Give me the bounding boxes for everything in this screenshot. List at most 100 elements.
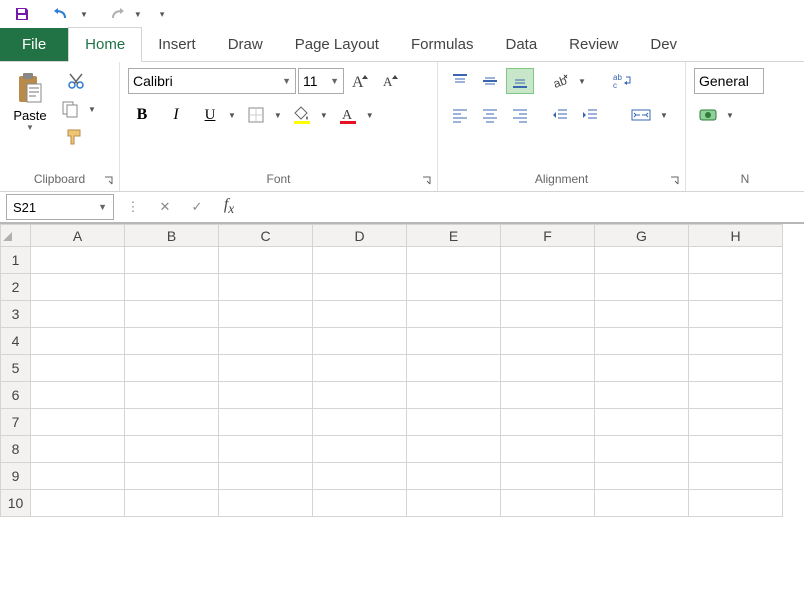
borders-button[interactable] — [242, 102, 270, 128]
cell[interactable] — [125, 247, 219, 274]
cell[interactable] — [501, 382, 595, 409]
row-header[interactable]: 9 — [1, 463, 31, 490]
qat-customize-dropdown[interactable]: ▾ — [160, 9, 165, 20]
increase-indent-button[interactable] — [576, 102, 604, 128]
cell[interactable] — [407, 409, 501, 436]
italic-button[interactable]: I — [162, 102, 190, 128]
cell[interactable] — [407, 463, 501, 490]
save-button[interactable] — [10, 2, 34, 26]
cell[interactable] — [31, 436, 125, 463]
row-header[interactable]: 7 — [1, 409, 31, 436]
cell[interactable] — [501, 490, 595, 517]
cell[interactable] — [219, 328, 313, 355]
align-left-button[interactable] — [446, 102, 474, 128]
font-name-combo[interactable]: Calibri ▼ — [128, 68, 296, 94]
cell[interactable] — [219, 409, 313, 436]
merge-center-button[interactable] — [626, 102, 656, 128]
name-box[interactable]: S21 ▼ — [6, 194, 114, 220]
cell[interactable] — [313, 328, 407, 355]
redo-button[interactable] — [104, 2, 128, 26]
cell[interactable] — [219, 301, 313, 328]
cell[interactable] — [689, 301, 783, 328]
cell[interactable] — [501, 274, 595, 301]
cell[interactable] — [31, 490, 125, 517]
tab-dev[interactable]: Dev — [634, 28, 693, 61]
number-format-combo[interactable]: General — [694, 68, 764, 94]
row-header[interactable]: 5 — [1, 355, 31, 382]
row-header[interactable]: 1 — [1, 247, 31, 274]
cell[interactable] — [313, 436, 407, 463]
column-header[interactable]: D — [313, 225, 407, 247]
bold-button[interactable]: B — [128, 102, 156, 128]
redo-dropdown[interactable]: ▼ — [134, 10, 142, 19]
accounting-dropdown[interactable]: ▼ — [726, 111, 734, 120]
cell[interactable] — [407, 382, 501, 409]
cell[interactable] — [313, 247, 407, 274]
spreadsheet-grid[interactable]: ABCDEFGH12345678910 — [0, 224, 804, 517]
cell[interactable] — [125, 409, 219, 436]
cell[interactable] — [313, 382, 407, 409]
align-right-button[interactable] — [506, 102, 534, 128]
cell[interactable] — [31, 382, 125, 409]
cell[interactable] — [689, 274, 783, 301]
decrease-indent-button[interactable] — [546, 102, 574, 128]
select-all-corner[interactable] — [1, 225, 31, 247]
cell[interactable] — [595, 328, 689, 355]
column-header[interactable]: F — [501, 225, 595, 247]
cell[interactable] — [219, 247, 313, 274]
tab-draw[interactable]: Draw — [212, 28, 279, 61]
underline-dropdown[interactable]: ▼ — [228, 111, 236, 120]
cell[interactable] — [31, 301, 125, 328]
cell[interactable] — [689, 436, 783, 463]
dialog-launcher-icon[interactable] — [103, 175, 115, 187]
fill-color-dropdown[interactable]: ▼ — [320, 111, 328, 120]
cancel-formula-button[interactable]: ✕ — [152, 194, 178, 220]
cell[interactable] — [31, 274, 125, 301]
enter-formula-button[interactable]: ✓ — [184, 194, 210, 220]
row-header[interactable]: 6 — [1, 382, 31, 409]
orientation-dropdown[interactable]: ▼ — [578, 77, 586, 86]
font-size-combo[interactable]: 11 ▼ — [298, 68, 344, 94]
cell[interactable] — [313, 490, 407, 517]
row-header[interactable]: 3 — [1, 301, 31, 328]
row-header[interactable]: 2 — [1, 274, 31, 301]
cell[interactable] — [595, 463, 689, 490]
font-color-button[interactable]: A — [334, 102, 362, 128]
cell[interactable] — [501, 463, 595, 490]
cell[interactable] — [595, 382, 689, 409]
cell[interactable] — [125, 382, 219, 409]
borders-dropdown[interactable]: ▼ — [274, 111, 282, 120]
tab-data[interactable]: Data — [489, 28, 553, 61]
cell[interactable] — [407, 355, 501, 382]
cell[interactable] — [125, 436, 219, 463]
cell[interactable] — [689, 409, 783, 436]
cell[interactable] — [595, 274, 689, 301]
cell[interactable] — [689, 247, 783, 274]
cell[interactable] — [407, 436, 501, 463]
tab-review[interactable]: Review — [553, 28, 634, 61]
cell[interactable] — [595, 247, 689, 274]
row-header[interactable]: 4 — [1, 328, 31, 355]
column-header[interactable]: G — [595, 225, 689, 247]
underline-button[interactable]: U — [196, 102, 224, 128]
column-header[interactable]: A — [31, 225, 125, 247]
formula-options-button[interactable]: ⋮ — [120, 194, 146, 220]
cell[interactable] — [219, 463, 313, 490]
cell[interactable] — [689, 463, 783, 490]
cell[interactable] — [595, 355, 689, 382]
cell[interactable] — [689, 490, 783, 517]
cell[interactable] — [31, 247, 125, 274]
cell[interactable] — [501, 436, 595, 463]
column-header[interactable]: E — [407, 225, 501, 247]
cell[interactable] — [407, 301, 501, 328]
cell[interactable] — [501, 301, 595, 328]
align-middle-button[interactable] — [476, 68, 504, 94]
cell[interactable] — [595, 436, 689, 463]
cell[interactable] — [501, 409, 595, 436]
cell[interactable] — [595, 409, 689, 436]
cell[interactable] — [407, 490, 501, 517]
cell[interactable] — [689, 382, 783, 409]
wrap-text-button[interactable]: abc — [608, 68, 638, 94]
formula-input[interactable] — [248, 194, 798, 220]
orientation-button[interactable]: ab — [546, 68, 574, 94]
